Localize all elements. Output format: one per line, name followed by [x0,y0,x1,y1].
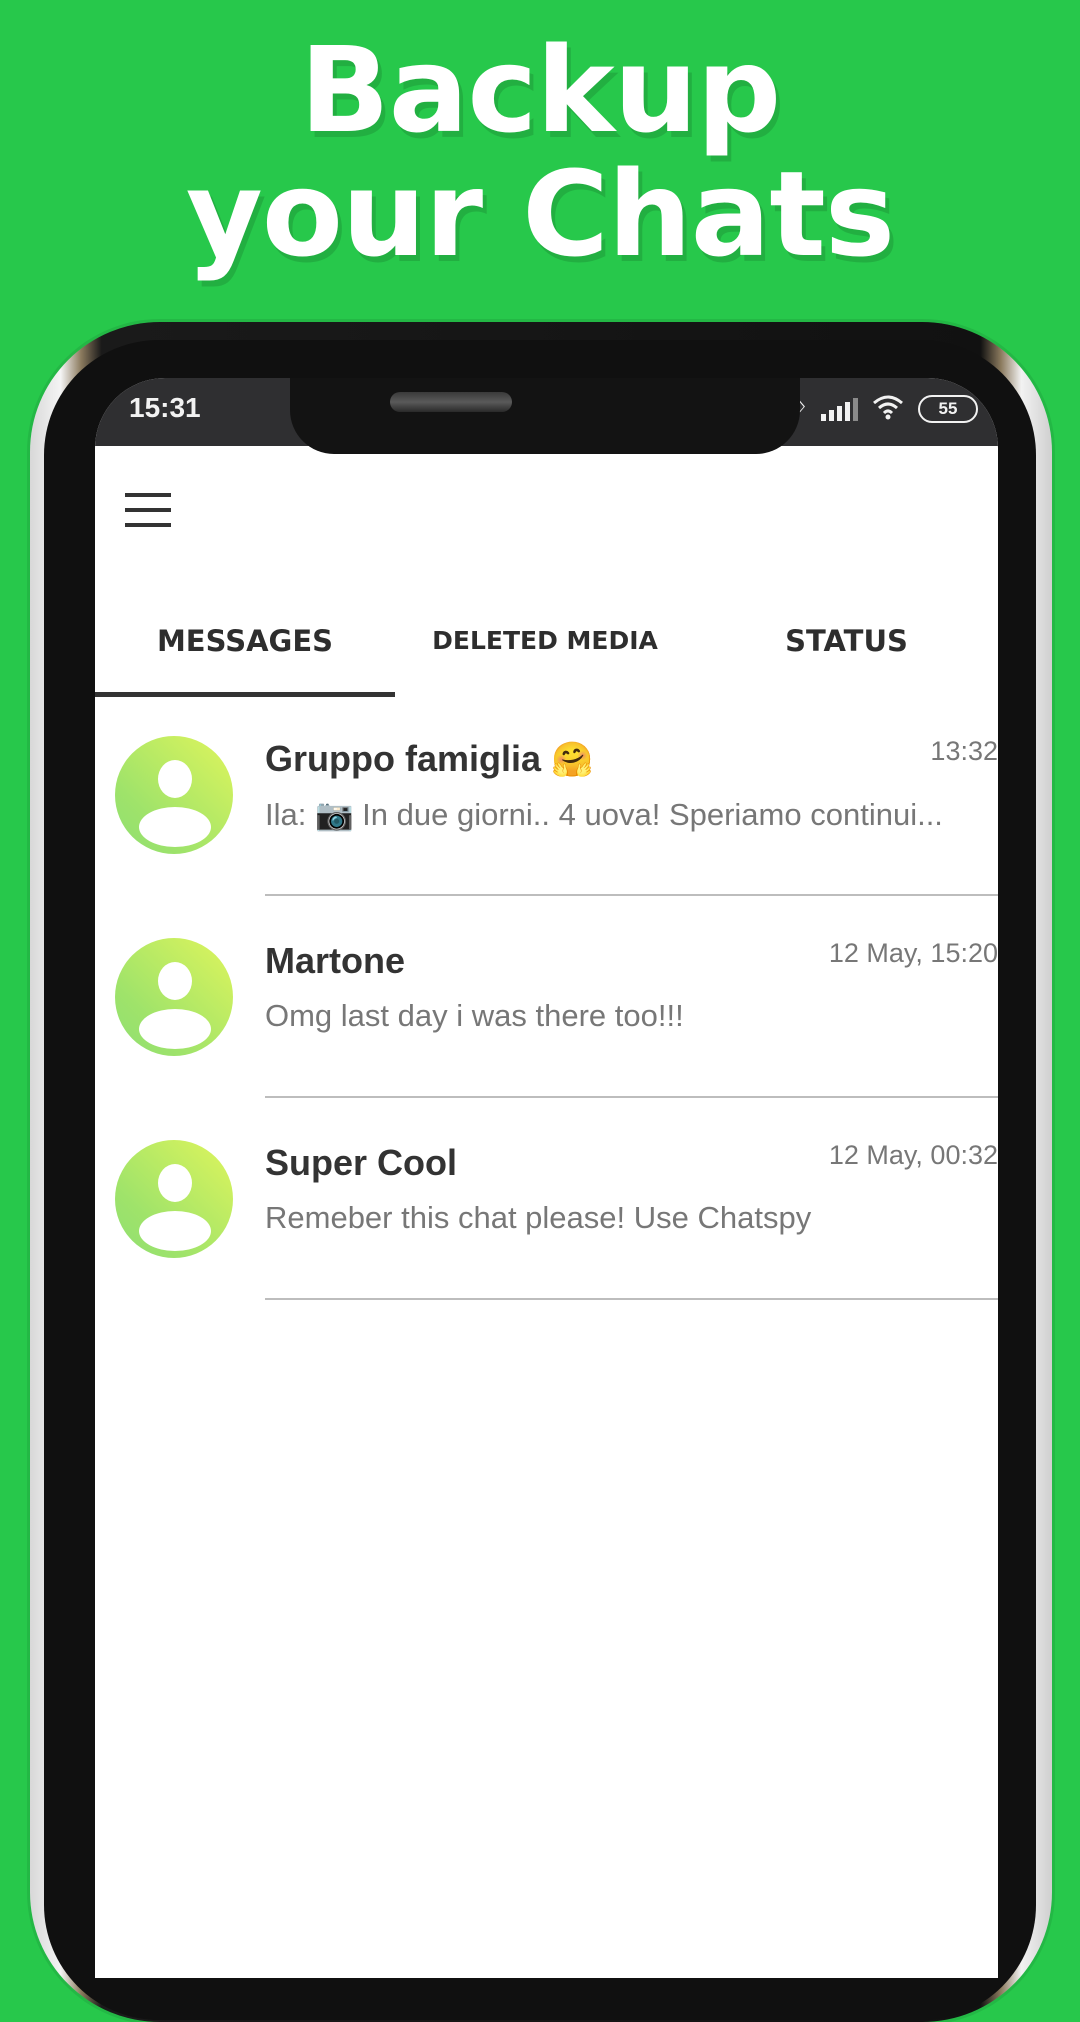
chat-name: Super Cool [265,1142,458,1183]
wifi-icon [872,394,904,425]
status-time: 15:31 [129,392,201,423]
divider [265,1298,998,1300]
promo-headline: Backup your Chats [0,28,1080,276]
person-icon-body [139,1009,211,1049]
tab-messages[interactable]: MESSAGES [95,588,395,694]
divider [265,894,998,896]
avatar [115,736,233,854]
chat-list: Gruppo famiglia 🤗 13:32 Ila: 📷 In due gi… [95,718,998,1324]
battery-icon: 55 [918,395,978,423]
chat-item[interactable]: Martone 12 May, 15:20 Omg last day i was… [95,920,998,1122]
chat-time: 13:32 [930,736,998,766]
person-icon-body [139,807,211,847]
status-icons: ᛜ 55 [793,392,978,426]
chat-item[interactable]: Super Cool 12 May, 00:32 Remeber this ch… [95,1122,998,1324]
person-icon-body [139,1211,211,1251]
chat-preview: Omg last day i was there too!!! [265,998,684,1033]
chat-preview: Remeber this chat please! Use Chatspy [265,1200,812,1235]
person-icon-head [158,962,192,1000]
avatar [115,1140,233,1258]
hamburger-menu-icon[interactable] [125,493,171,527]
chat-name: Martone [265,940,406,981]
phone-screen: 15:31 ᛜ 55 MESSAGES DELETED MEDIA STATUS [95,378,998,1978]
person-icon-head [158,760,192,798]
chat-name: Gruppo famiglia 🤗 [265,738,594,779]
signal-icon [821,397,858,421]
person-icon-head [158,1164,192,1202]
camera-notch [290,378,800,454]
chat-time: 12 May, 15:20 [828,938,998,968]
tab-deleted-media[interactable]: DELETED MEDIA [395,588,695,694]
earpiece-speaker [390,392,512,412]
tab-bar: MESSAGES DELETED MEDIA STATUS [95,588,998,698]
headline-line-1: Backup [299,21,781,159]
chat-time: 12 May, 00:32 [828,1140,998,1170]
headline-line-2: your Chats [185,145,895,283]
hugging-face-emoji: 🤗 [551,741,594,779]
avatar [115,938,233,1056]
active-tab-indicator [95,692,395,697]
chat-preview: Ila: 📷 In due giorni.. 4 uova! Speriamo … [265,797,943,832]
divider [265,1096,998,1098]
tab-status[interactable]: STATUS [695,588,998,694]
chat-item[interactable]: Gruppo famiglia 🤗 13:32 Ila: 📷 In due gi… [95,718,998,920]
